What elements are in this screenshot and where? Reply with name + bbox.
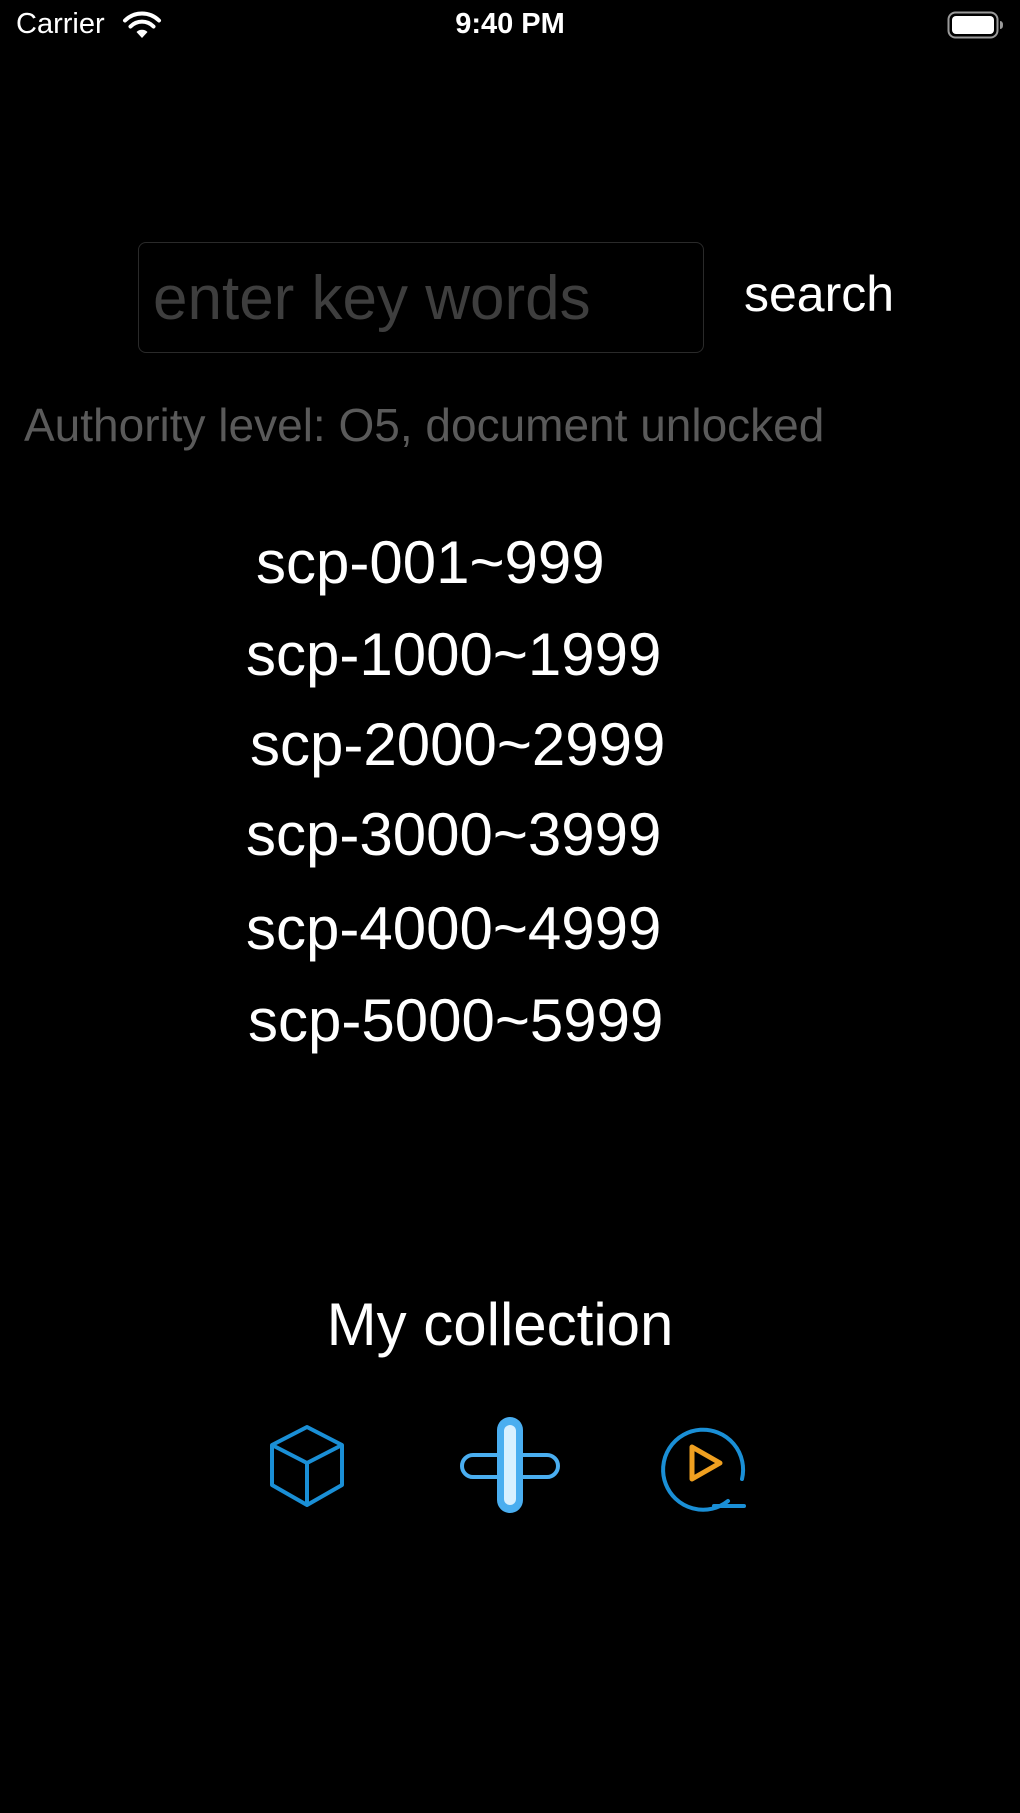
battery-full-icon: [947, 10, 1005, 40]
range-link-scp-2000-2999[interactable]: scp-2000~2999: [250, 710, 665, 779]
play-circle-icon[interactable]: [656, 1415, 752, 1515]
my-collection-title: My collection: [326, 1291, 674, 1358]
range-link-scp-1000-1999[interactable]: scp-1000~1999: [246, 620, 661, 689]
range-link-scp-5000-5999[interactable]: scp-5000~5999: [248, 986, 663, 1055]
status-bar: Carrier 9:40 PM: [0, 0, 1020, 52]
search-input[interactable]: [153, 253, 691, 343]
range-link-scp-3000-3999[interactable]: scp-3000~3999: [246, 800, 661, 869]
authority-status-text: Authority level: O5, document unlocked: [24, 399, 825, 451]
clock-time: 9:40 PM: [455, 8, 565, 40]
cube-icon[interactable]: [262, 1415, 352, 1515]
plus-icon[interactable]: [460, 1415, 560, 1515]
search-button[interactable]: search: [726, 254, 912, 334]
search-field[interactable]: [138, 242, 704, 353]
range-link-scp-4000-4999[interactable]: scp-4000~4999: [246, 894, 661, 963]
range-link-scp-001-999[interactable]: scp-001~999: [256, 528, 605, 597]
